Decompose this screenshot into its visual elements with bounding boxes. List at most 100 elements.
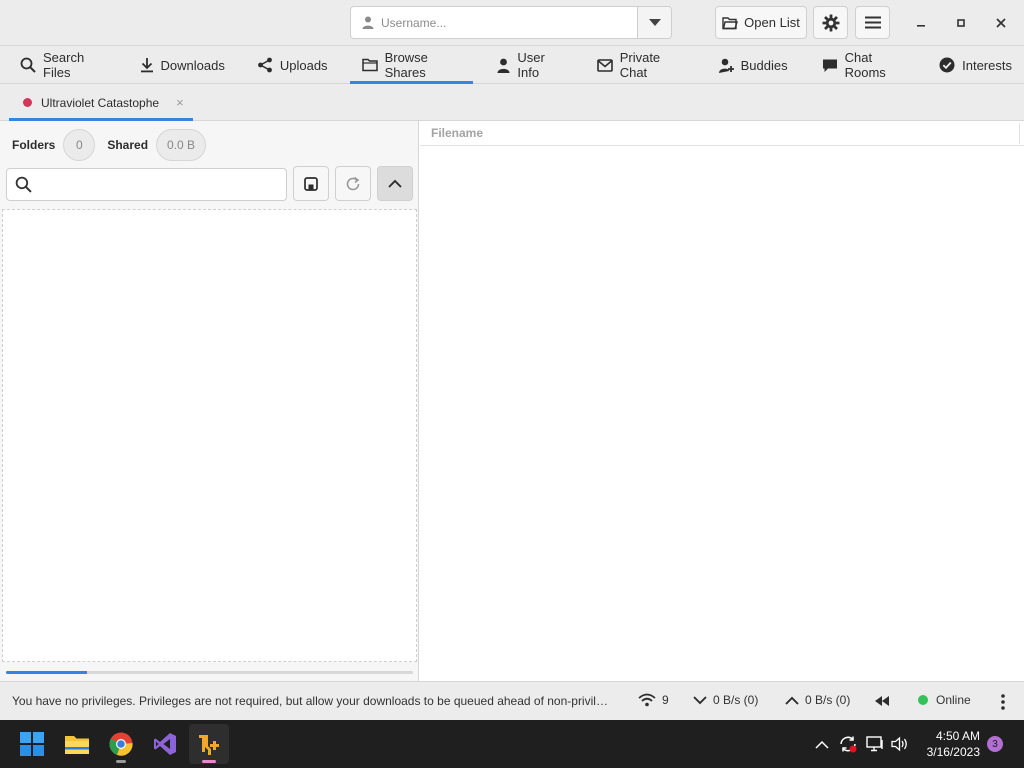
settings-button[interactable] xyxy=(813,6,848,39)
folders-label: Folders xyxy=(12,138,56,152)
privileges-message: You have no privileges. Privileges are n… xyxy=(12,694,612,708)
nicotine-plus-icon xyxy=(199,735,219,755)
minimize-icon xyxy=(917,24,925,27)
file-list[interactable] xyxy=(420,147,1024,681)
close-tab-icon[interactable]: × xyxy=(176,95,184,110)
chevron-up-icon xyxy=(388,179,402,188)
nicotine-plus-app[interactable] xyxy=(189,724,229,764)
running-indicator xyxy=(202,760,216,763)
folder-panel: Folders 0 Shared 0.0 B xyxy=(0,121,419,681)
tab-label: Uploads xyxy=(279,57,328,73)
wifi-icon xyxy=(638,693,656,707)
upload-speed-indicator[interactable]: 0 B/s (0) xyxy=(785,693,850,707)
refresh-button[interactable] xyxy=(335,166,371,201)
collapse-up-button[interactable] xyxy=(377,166,413,201)
clock-date: 3/16/2023 xyxy=(926,745,980,759)
connections-indicator[interactable]: 9 xyxy=(638,693,669,707)
windows-start-button[interactable] xyxy=(12,724,52,764)
chevron-down-icon xyxy=(648,18,661,26)
share-icon xyxy=(257,57,272,73)
file-list-panel: Filename xyxy=(420,121,1024,681)
chevron-up-icon xyxy=(815,740,829,749)
folder-search-box[interactable] xyxy=(6,168,287,201)
chevron-down-icon xyxy=(693,695,707,704)
folder-tree[interactable] xyxy=(2,209,417,662)
status-menu-button[interactable] xyxy=(1000,694,1006,710)
taskbar-clock[interactable]: 4:50 AM 3/16/2023 xyxy=(918,728,980,760)
envelope-icon xyxy=(596,58,613,72)
show-hidden-icons-button[interactable] xyxy=(815,720,829,768)
tab-search-files[interactable]: Search Files xyxy=(8,46,118,84)
notification-badge[interactable]: 3 xyxy=(987,736,1003,752)
tab-label: Chat Rooms xyxy=(844,50,886,80)
tab-label: Private Chat xyxy=(619,50,661,80)
user-tab-label: Ultraviolet Catastophe xyxy=(41,95,160,110)
person-add-icon xyxy=(718,58,734,73)
download-speed: 0 B/s (0) xyxy=(713,693,759,707)
tab-downloads[interactable]: Downloads xyxy=(128,46,237,84)
download-icon xyxy=(140,58,153,73)
online-status-label: Online xyxy=(936,693,971,707)
username-input[interactable] xyxy=(381,7,637,38)
minimize-button[interactable] xyxy=(904,6,938,39)
open-list-button[interactable]: Open List xyxy=(715,6,807,39)
windows-logo-icon xyxy=(20,732,44,756)
chrome-app[interactable] xyxy=(101,724,141,764)
visual-studio-app[interactable] xyxy=(145,724,185,764)
chrome-icon xyxy=(109,732,133,756)
filename-column-header[interactable]: Filename xyxy=(420,121,1024,146)
tab-interests[interactable]: Interests xyxy=(927,46,1024,84)
tab-browse-shares[interactable]: Browse Shares xyxy=(349,46,474,84)
maximize-button[interactable] xyxy=(944,6,978,39)
main-menu-button[interactable] xyxy=(855,6,890,39)
clock-time: 4:50 AM xyxy=(935,729,980,743)
network-tray-icon[interactable] xyxy=(866,720,884,768)
sync-tray-icon[interactable] xyxy=(838,720,858,768)
online-status[interactable]: Online xyxy=(918,693,971,707)
gear-icon xyxy=(822,14,839,31)
tab-uploads[interactable]: Uploads xyxy=(245,46,340,84)
sync-icon xyxy=(840,736,857,753)
share-stats: Folders 0 Shared 0.0 B xyxy=(12,129,207,161)
tab-label: Interests xyxy=(962,57,1012,73)
person-icon xyxy=(355,16,381,29)
chat-bubble-icon xyxy=(822,59,837,72)
upload-speed: 0 B/s (0) xyxy=(805,693,851,707)
download-speed-indicator[interactable]: 0 B/s (0) xyxy=(693,693,758,707)
tab-chat-rooms[interactable]: Chat Rooms xyxy=(810,46,920,84)
user-status-dot xyxy=(23,98,32,107)
maximize-icon xyxy=(957,18,965,27)
user-tab-ultraviolet[interactable]: Ultraviolet Catastophe × xyxy=(9,84,193,121)
tab-buddies[interactable]: Buddies xyxy=(706,46,800,84)
folder-icon xyxy=(65,736,89,754)
connections-count: 9 xyxy=(662,693,669,707)
user-tab-bar: Ultraviolet Catastophe × xyxy=(0,84,1024,121)
folder-open-icon xyxy=(722,16,739,29)
speaker-icon xyxy=(891,736,907,752)
save-icon xyxy=(304,176,318,191)
main-tab-bar: Search Files Downloads Uploads Browse Sh… xyxy=(0,46,1024,84)
title-bar: Open List xyxy=(0,0,1024,46)
folder-search-input[interactable] xyxy=(38,169,286,200)
running-indicator xyxy=(116,760,126,763)
shared-size-badge: 0.0 B xyxy=(156,129,207,161)
tab-user-info[interactable]: User Info xyxy=(485,46,574,84)
tab-label: Browse Shares xyxy=(384,50,428,80)
search-icon xyxy=(15,176,32,193)
vertical-ellipsis-icon xyxy=(1001,694,1005,710)
rewind-button[interactable] xyxy=(874,695,890,707)
close-window-button[interactable] xyxy=(984,6,1018,39)
rewind-icon xyxy=(875,696,889,706)
username-combo[interactable] xyxy=(350,6,672,39)
tab-label: Buddies xyxy=(740,57,788,73)
save-shares-button[interactable] xyxy=(293,166,329,201)
tab-private-chat[interactable]: Private Chat xyxy=(585,46,694,84)
open-list-label: Open List xyxy=(744,15,800,30)
search-icon xyxy=(20,57,36,73)
monitor-network-icon xyxy=(866,736,883,752)
shared-label: Shared xyxy=(107,138,149,152)
username-dropdown-button[interactable] xyxy=(637,7,671,38)
visual-studio-icon xyxy=(154,733,176,755)
file-explorer-app[interactable] xyxy=(57,724,97,764)
volume-tray-icon[interactable] xyxy=(891,720,909,768)
